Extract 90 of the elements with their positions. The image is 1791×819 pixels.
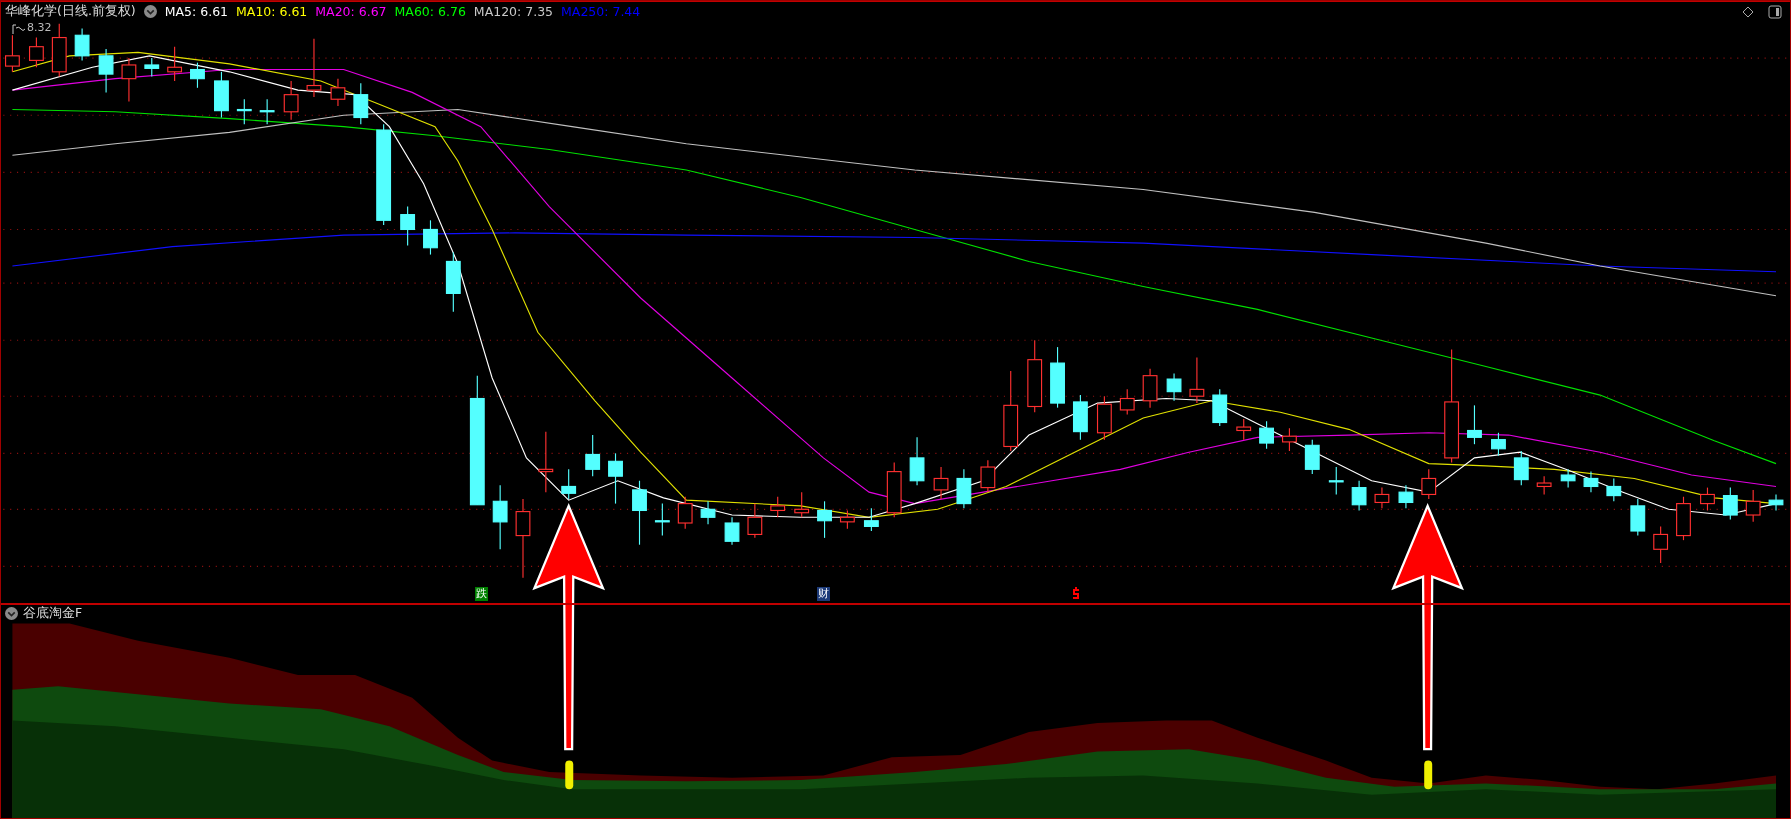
candlestick bbox=[29, 37, 44, 68]
candlestick bbox=[654, 503, 670, 537]
candlestick bbox=[1700, 487, 1715, 511]
candlestick bbox=[423, 219, 438, 256]
candlestick bbox=[863, 507, 879, 532]
indicator-title: 谷底淘金F bbox=[23, 605, 83, 622]
candlestick bbox=[538, 431, 554, 493]
candlestick bbox=[1398, 484, 1414, 509]
candlestick bbox=[677, 496, 693, 530]
candlestick bbox=[1513, 450, 1529, 486]
candlestick bbox=[190, 62, 205, 89]
ma-legend-item: MA10: 6.61 bbox=[236, 4, 308, 19]
candlestick bbox=[5, 34, 20, 73]
candlestick bbox=[1653, 525, 1669, 564]
candlestick bbox=[445, 251, 461, 313]
chart-title: 华峰化学(日线.前复权) bbox=[5, 3, 136, 20]
candlestick bbox=[1467, 404, 1482, 445]
candlestick bbox=[909, 436, 925, 486]
candlestick bbox=[770, 496, 786, 518]
high-price-label: 8.32 bbox=[27, 21, 52, 34]
candlestick bbox=[561, 468, 577, 500]
candlestick bbox=[1606, 477, 1622, 502]
candlestick bbox=[747, 503, 763, 539]
candlestick bbox=[1560, 468, 1576, 489]
candlestick bbox=[700, 500, 716, 525]
candlestick bbox=[1351, 480, 1367, 511]
diamond-icon[interactable] bbox=[1742, 6, 1754, 18]
candlestick bbox=[980, 459, 996, 493]
candlestick bbox=[794, 491, 810, 518]
signal-marker bbox=[1424, 760, 1433, 790]
dropdown-icon[interactable] bbox=[143, 5, 157, 18]
candlestick bbox=[839, 509, 855, 530]
candlestick bbox=[1374, 487, 1390, 509]
candlestick bbox=[1212, 388, 1228, 427]
candlestick bbox=[121, 57, 137, 103]
dollar-sign-icon[interactable] bbox=[1072, 587, 1080, 599]
candlestick bbox=[1421, 468, 1437, 500]
candlestick bbox=[236, 98, 252, 125]
candlestick bbox=[214, 71, 229, 119]
candlestick bbox=[1096, 395, 1112, 441]
candlestick bbox=[585, 434, 601, 477]
candlestick bbox=[1722, 487, 1738, 521]
candlestick bbox=[1328, 466, 1344, 496]
candlestick bbox=[1072, 394, 1088, 441]
candlestick bbox=[306, 38, 322, 98]
candlestick bbox=[144, 57, 160, 77]
candlestick bbox=[1304, 439, 1320, 475]
candlestick bbox=[1676, 496, 1691, 541]
dropdown-icon[interactable] bbox=[5, 607, 18, 620]
candlestick bbox=[1050, 346, 1065, 409]
candlestick bbox=[98, 48, 114, 93]
ma-legend-item: MA5: 6.61 bbox=[164, 4, 229, 19]
candlestick bbox=[353, 82, 369, 125]
candlestick bbox=[167, 46, 183, 82]
leader-line-icon bbox=[11, 24, 25, 34]
candlestick bbox=[933, 466, 949, 500]
candlestick bbox=[74, 27, 90, 61]
candlestick bbox=[259, 98, 275, 125]
ma-legend-item: MA250: 7.44 bbox=[561, 4, 641, 19]
signal-marker bbox=[565, 760, 574, 790]
candlestick bbox=[1282, 427, 1297, 452]
candlestick bbox=[956, 468, 972, 509]
candlestick bbox=[724, 516, 740, 546]
ma-legend-item: MA20: 6.67 bbox=[315, 4, 387, 19]
candlestick bbox=[51, 23, 67, 77]
candlestick bbox=[632, 480, 647, 546]
candlestick bbox=[1583, 471, 1599, 493]
candlestick bbox=[330, 78, 346, 107]
candlestick bbox=[886, 461, 902, 518]
candlestick bbox=[1491, 432, 1506, 457]
event-badge[interactable]: 跌 bbox=[475, 587, 488, 601]
candlestick bbox=[1768, 493, 1784, 511]
candlestick bbox=[283, 80, 299, 121]
candlestick bbox=[1745, 489, 1761, 523]
panel-toggle-icon[interactable] bbox=[1768, 5, 1782, 19]
ma-legend-item: MA120: 7.35 bbox=[473, 4, 554, 19]
candlestick bbox=[1166, 372, 1182, 402]
candlestick bbox=[1536, 475, 1552, 496]
candlestick bbox=[817, 500, 832, 539]
candlestick bbox=[1119, 388, 1135, 416]
candlestick bbox=[1236, 418, 1252, 441]
candlestick bbox=[1142, 368, 1158, 409]
ma-legend-item: MA60: 6.76 bbox=[394, 4, 466, 19]
candlestick bbox=[1189, 356, 1205, 404]
candlestick bbox=[400, 206, 416, 246]
candlestick bbox=[492, 484, 508, 550]
candlestick bbox=[1259, 420, 1274, 450]
candlestick bbox=[608, 452, 623, 505]
candlestick bbox=[1630, 498, 1646, 537]
event-badge[interactable]: 财 bbox=[817, 587, 830, 601]
